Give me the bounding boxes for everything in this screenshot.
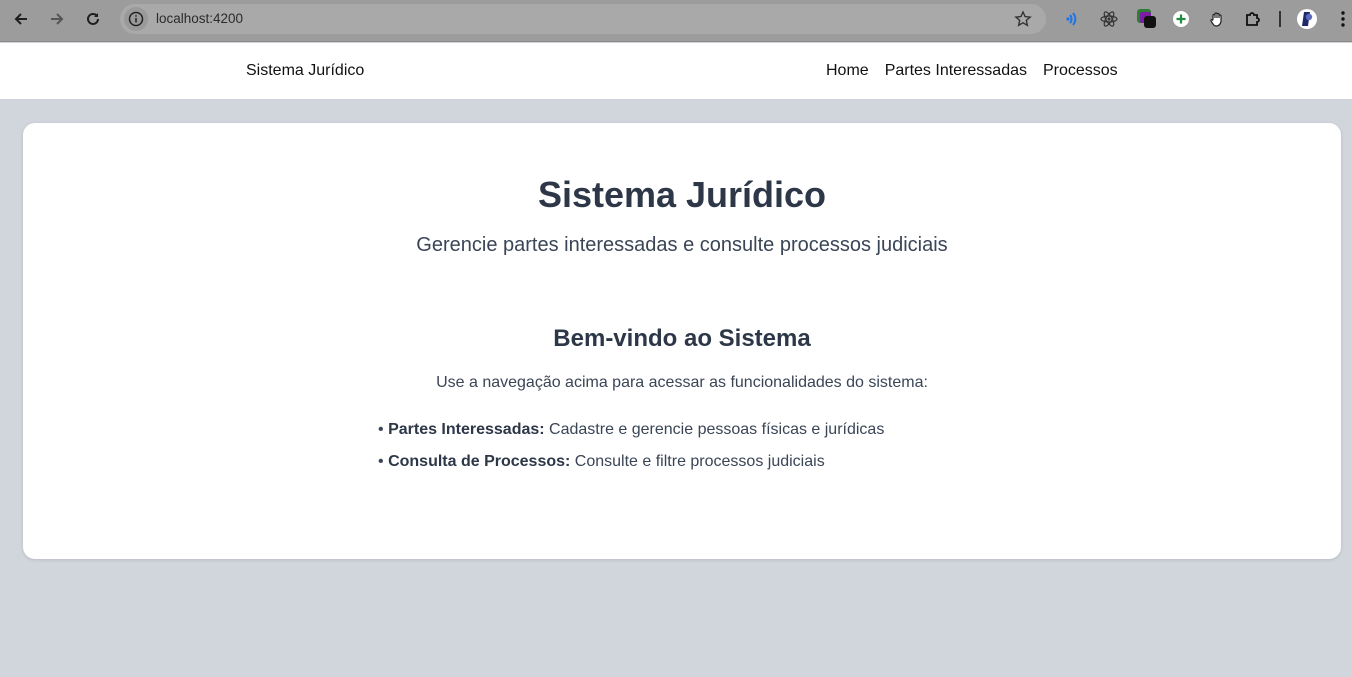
forward-button[interactable] xyxy=(44,8,70,30)
profile-avatar-icon xyxy=(1297,9,1317,29)
brand-link[interactable]: Sistema Jurídico xyxy=(246,62,364,80)
url-text: localhost:4200 xyxy=(156,11,244,26)
nav-home[interactable]: Home xyxy=(826,62,869,80)
app-header: Sistema Jurídico Home Partes Interessada… xyxy=(0,43,1352,100)
nav-partes-interessadas[interactable]: Partes Interessadas xyxy=(885,62,1027,80)
nav-processos[interactable]: Processos xyxy=(1043,62,1118,80)
color-picker-extension-button[interactable] xyxy=(1136,8,1158,30)
react-extension-button[interactable] xyxy=(1098,8,1120,30)
hand-cursor-extension-icon xyxy=(1210,12,1222,27)
welcome-text: Use a navegação acima para acessar as fu… xyxy=(436,374,928,391)
add-extension-icon xyxy=(1173,11,1189,27)
welcome-heading: Bem-vindo ao Sistema xyxy=(553,325,811,352)
broadcast-extension-button[interactable] xyxy=(1062,8,1084,30)
bookmark-button[interactable] xyxy=(1014,10,1032,33)
browser-menu-button[interactable] xyxy=(1332,8,1352,30)
site-info-icon xyxy=(128,11,144,27)
kebab-menu-icon xyxy=(1341,11,1345,27)
page-title: Sistema Jurídico xyxy=(537,174,827,215)
toolbar-divider xyxy=(1279,11,1281,27)
feature-description: Consulte e filtre processos judiciais xyxy=(574,453,825,470)
broadcast-extension-icon xyxy=(1066,12,1077,26)
hand-cursor-extension-button[interactable] xyxy=(1206,8,1228,30)
feature-label: Consulta de Processos: xyxy=(388,453,571,470)
profile-button[interactable] xyxy=(1296,8,1318,30)
bookmark-star-icon xyxy=(1014,10,1032,27)
feature-item: • Partes Interessadas: Cadastre e gerenc… xyxy=(378,421,884,439)
react-extension-icon xyxy=(1100,11,1118,27)
main-nav: Home Partes Interessadas Processos xyxy=(826,62,1118,80)
color-picker-extension-icon xyxy=(1137,9,1156,28)
address-bar[interactable]: localhost:4200 xyxy=(120,4,1046,34)
bullet: • xyxy=(378,421,384,438)
reload-button[interactable] xyxy=(80,8,106,30)
feature-label: Partes Interessadas: xyxy=(388,421,545,438)
extensions-button[interactable] xyxy=(1242,8,1264,30)
forward-arrow-icon xyxy=(51,13,64,25)
puzzle-extensions-icon xyxy=(1246,12,1260,26)
add-extension-button[interactable] xyxy=(1170,8,1192,30)
feature-description: Cadastre e gerencie pessoas físicas e ju… xyxy=(549,421,885,438)
back-button[interactable] xyxy=(8,8,34,30)
browser-toolbar: localhost:4200 xyxy=(0,0,1352,42)
site-info-button[interactable] xyxy=(124,7,148,31)
bullet: • xyxy=(378,453,384,470)
welcome-card: Sistema Jurídico Gerencie partes interes… xyxy=(23,123,1341,559)
reload-icon xyxy=(87,12,99,25)
page-subtitle: Gerencie partes interessadas e consulte … xyxy=(416,234,948,256)
back-arrow-icon xyxy=(14,13,27,25)
feature-item: • Consulta de Processos: Consulte e filt… xyxy=(378,453,825,471)
